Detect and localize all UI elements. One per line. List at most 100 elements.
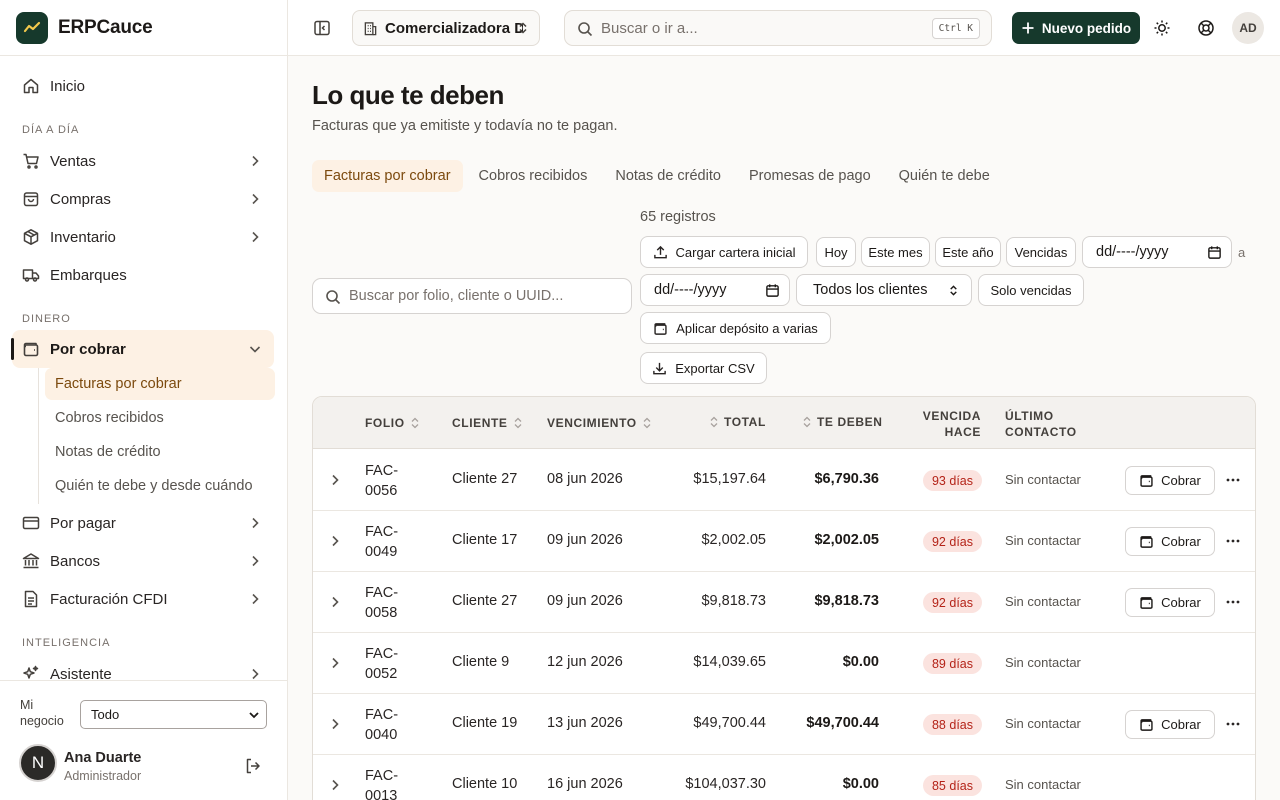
last-contact-cell: Sin contactar (1005, 594, 1081, 609)
apply-deposit-button[interactable]: Aplicar depósito a varias (640, 312, 831, 344)
table-row[interactable]: FAC-0058 Cliente 27 09 jun 2026 $9,818.73 $9… (313, 572, 1255, 633)
folio-cell[interactable]: FAC-0040 (365, 705, 415, 745)
filter-this-year-button[interactable]: Este año (935, 237, 1001, 267)
date-from-input[interactable]: dd/----/yyyy (1082, 236, 1232, 268)
nav-item-ventas[interactable]: Ventas (12, 142, 274, 180)
brand[interactable]: ERPCauce (16, 12, 153, 44)
owed-cell: $9,818.73 (814, 593, 879, 609)
table-row[interactable]: FAC-0040 Cliente 19 13 jun 2026 $49,700.44 $… (313, 694, 1255, 755)
nav-item-asistente[interactable]: Asistente (12, 655, 274, 680)
only-overdue-button[interactable]: Solo vencidas (978, 274, 1084, 306)
nav-item-por-pagar[interactable]: Por pagar (12, 504, 274, 542)
sub-item-notas-de-credito[interactable]: Notas de crédito (45, 436, 275, 468)
chevron-right-icon[interactable] (328, 534, 342, 548)
tab-cobros-recibidos[interactable]: Cobros recibidos (467, 160, 600, 192)
nav-label: Bancos (50, 552, 101, 570)
collect-button[interactable]: Cobrar (1125, 466, 1215, 495)
folio-cell[interactable]: FAC-0058 (365, 583, 415, 623)
client-select[interactable]: Todos los clientes (796, 274, 972, 306)
user-avatar[interactable]: AD (1232, 12, 1264, 44)
client-cell: Cliente 9 (452, 654, 510, 670)
truck-icon (22, 266, 40, 284)
table-row[interactable]: FAC-0056 Cliente 27 08 jun 2026 $15,197.64 $… (313, 450, 1255, 511)
more-options-icon[interactable] (1225, 595, 1241, 609)
cart-icon (22, 152, 40, 170)
collect-button[interactable]: Cobrar (1125, 588, 1215, 617)
header-label: TE DEBEN (817, 415, 883, 429)
nav-item-embarques[interactable]: Embarques (12, 256, 274, 294)
total-cell: $15,197.64 (693, 471, 766, 487)
folio-cell[interactable]: FAC-0056 (365, 461, 415, 501)
date-to-input[interactable]: dd/----/yyyy (640, 274, 790, 306)
divider (0, 680, 288, 681)
column-header-folio[interactable]: FOLIO (365, 416, 420, 430)
column-header-total[interactable]: TOTAL (709, 415, 766, 429)
tab-promesas-de-pago[interactable]: Promesas de pago (737, 160, 883, 192)
folio-cell[interactable]: FAC-0013 (365, 766, 415, 800)
table-row[interactable]: FAC-0052 Cliente 9 12 jun 2026 $14,039.65 $0… (313, 633, 1255, 694)
nav-item-compras[interactable]: Compras (12, 180, 274, 218)
column-header-ultimo-contacto[interactable]: ÚLTIMO CONTACTO (1005, 408, 1077, 440)
sub-item-quien-te-debe[interactable]: Quién te debe y desde cuándo (45, 470, 275, 502)
due-date-cell: 08 jun 2026 (547, 471, 623, 487)
filter-today-button[interactable]: Hoy (816, 237, 856, 267)
avatar[interactable]: N (19, 744, 57, 782)
sub-item-cobros-recibidos[interactable]: Cobros recibidos (45, 402, 275, 434)
sort-icon (411, 417, 419, 429)
wallet-icon (1140, 475, 1153, 487)
header-label: VENCIMIENTO (547, 416, 637, 430)
negocio-select[interactable]: Todo (80, 700, 267, 729)
nav-item-facturacion[interactable]: Facturación CFDI (12, 580, 274, 618)
owed-cell: $0.00 (842, 654, 879, 670)
header-label: HACE (944, 425, 981, 439)
nav-item-inventario[interactable]: Inventario (12, 218, 274, 256)
collect-button[interactable]: Cobrar (1125, 527, 1215, 556)
help-icon[interactable] (1197, 19, 1215, 37)
sidebar-toggle-icon[interactable] (312, 18, 332, 38)
tab-facturas-por-cobrar[interactable]: Facturas por cobrar (312, 160, 463, 192)
column-header-te-deben[interactable]: TE DEBEN (802, 415, 882, 429)
tab-notas-de-credito[interactable]: Notas de crédito (603, 160, 733, 192)
table-row[interactable]: FAC-0049 Cliente 17 09 jun 2026 $2,002.05 $2… (313, 511, 1255, 572)
sun-icon[interactable] (1153, 19, 1171, 37)
load-portfolio-button[interactable]: Cargar cartera inicial (640, 236, 808, 268)
folio-cell[interactable]: FAC-0052 (365, 644, 415, 684)
more-options-icon[interactable] (1225, 473, 1241, 487)
folio-cell[interactable]: FAC-0049 (365, 522, 415, 562)
credit-card-icon (22, 514, 40, 532)
due-date-cell: 09 jun 2026 (547, 532, 623, 548)
total-cell: $9,818.73 (701, 593, 766, 609)
logout-icon[interactable] (244, 757, 262, 775)
export-csv-button[interactable]: Exportar CSV (640, 352, 767, 384)
more-options-icon[interactable] (1225, 717, 1241, 731)
overdue-badge: 85 días (922, 775, 982, 796)
column-header-cliente[interactable]: CLIENTE (452, 416, 523, 430)
column-header-vencida-hace[interactable]: VENCIDA HACE (913, 408, 981, 440)
sub-item-facturas-por-cobrar[interactable]: Facturas por cobrar (45, 368, 275, 400)
more-options-icon[interactable] (1225, 534, 1241, 548)
tab-quien-te-debe[interactable]: Quién te debe (887, 160, 1002, 192)
new-order-button[interactable]: Nuevo pedido (1012, 12, 1140, 44)
bank-icon (22, 552, 40, 570)
nav-item-bancos[interactable]: Bancos (12, 542, 274, 580)
search-placeholder: Buscar o ir a... (601, 19, 698, 37)
table-row[interactable]: FAC-0013 Cliente 10 16 jun 2026 $104,037.30… (313, 755, 1255, 800)
collect-button[interactable]: Cobrar (1125, 710, 1215, 739)
chevron-right-icon[interactable] (328, 656, 342, 670)
chevron-right-icon[interactable] (328, 778, 342, 792)
global-search-input[interactable]: Buscar o ir a... Ctrl K (564, 10, 992, 46)
invoice-search-input[interactable]: Buscar por folio, cliente o UUID... (312, 278, 632, 314)
column-header-vencimiento[interactable]: VENCIMIENTO (547, 416, 652, 430)
brand-logo-icon (16, 12, 48, 44)
chevron-right-icon[interactable] (328, 595, 342, 609)
sort-icon (514, 417, 522, 429)
chevron-right-icon[interactable] (328, 717, 342, 731)
sparkles-icon (22, 665, 40, 680)
divider (0, 55, 288, 56)
filter-this-month-button[interactable]: Este mes (861, 237, 930, 267)
nav-item-inicio[interactable]: Inicio (12, 67, 274, 105)
filter-overdue-button[interactable]: Vencidas (1006, 237, 1076, 267)
chevron-right-icon[interactable] (328, 473, 342, 487)
company-selector[interactable]: Comercializadora Del Norte (352, 10, 540, 46)
nav-item-por-cobrar[interactable]: Por cobrar (11, 330, 274, 368)
